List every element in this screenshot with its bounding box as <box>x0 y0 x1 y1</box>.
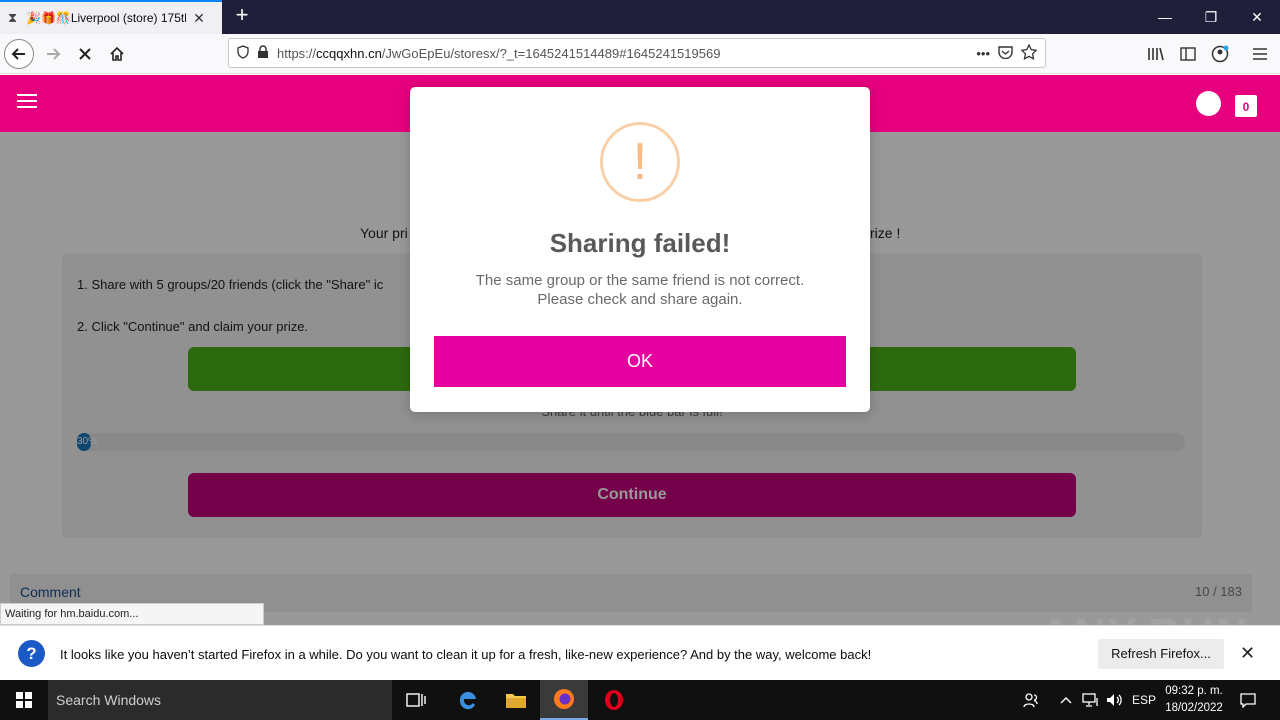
user-account-icon[interactable] <box>1196 91 1221 116</box>
page-actions-icon[interactable]: ••• <box>976 46 990 61</box>
start-button[interactable] <box>0 680 48 720</box>
dialog-message: The same group or the same friend is not… <box>430 271 850 309</box>
people-icon[interactable] <box>1018 680 1044 720</box>
account-icon[interactable] <box>1206 39 1234 69</box>
windows-taskbar: Search Windows ESP 09:32 p. m. 18/02/202… <box>0 680 1280 720</box>
tab-active[interactable]: ⧗ 🎉🎁🎊Liverpool (store) 175th ✕ <box>0 0 222 34</box>
opera-icon[interactable] <box>590 680 638 720</box>
address-bar[interactable]: https://ccqqxhn.cn/JwGoEpEu/storesx/?_t=… <box>228 38 1046 68</box>
warning-icon: ! <box>600 122 680 202</box>
browser-toolbar: https://ccqqxhn.cn/JwGoEpEu/storesx/?_t=… <box>0 34 1280 74</box>
minimize-window-button[interactable]: — <box>1142 0 1188 34</box>
tab-close-icon[interactable]: ✕ <box>192 10 206 27</box>
url-scheme: https:// <box>277 45 317 61</box>
volume-icon[interactable] <box>1104 680 1126 720</box>
home-icon <box>110 46 124 61</box>
refresh-firefox-button[interactable]: Refresh Firefox... <box>1098 639 1224 669</box>
tab-title: 🎉🎁🎊Liverpool (store) 175th <box>26 11 186 25</box>
notification-message: It looks like you haven’t started Firefo… <box>60 647 872 662</box>
file-explorer-icon[interactable] <box>492 680 540 720</box>
stop-loading-button[interactable] <box>70 39 100 69</box>
library-icon[interactable] <box>1142 39 1170 69</box>
system-clock[interactable]: 09:32 p. m. 18/02/2022 <box>1160 683 1228 717</box>
url-domain: ccqqxhn.cn <box>316 45 382 61</box>
url-text[interactable]: https://ccqqxhn.cn/JwGoEpEu/storesx/?_t=… <box>277 46 968 61</box>
refresh-firefox-notification: ? It looks like you haven’t started Fire… <box>0 625 1280 680</box>
hamburger-menu-icon[interactable] <box>17 94 37 110</box>
windows-logo-icon <box>16 692 32 708</box>
task-view-icon[interactable] <box>392 680 440 720</box>
lock-icon[interactable] <box>257 44 269 62</box>
loading-hourglass-icon: ⧗ <box>8 10 18 25</box>
dialog-title: Sharing failed! <box>549 228 731 258</box>
language-indicator[interactable]: ESP <box>1130 680 1158 720</box>
clock-date: 18/02/2022 <box>1165 702 1223 714</box>
restore-window-button[interactable]: ❐ <box>1188 0 1234 34</box>
browser-tab-strip: ⧗ 🎉🎁🎊Liverpool (store) 175th ✕ + — ❐ ✕ <box>0 0 1280 34</box>
ok-button[interactable]: OK <box>434 336 846 387</box>
sidebar-icon[interactable] <box>1174 39 1202 69</box>
stop-icon <box>79 48 91 60</box>
new-tab-button[interactable]: + <box>230 4 254 28</box>
firefox-icon[interactable] <box>540 680 588 720</box>
network-icon[interactable] <box>1080 680 1102 720</box>
pocket-icon[interactable] <box>998 45 1013 62</box>
back-arrow-icon <box>11 48 25 60</box>
question-icon: ? <box>18 640 45 667</box>
action-center-icon[interactable] <box>1234 680 1262 720</box>
menu-icon[interactable] <box>1246 39 1274 69</box>
forward-button[interactable] <box>38 39 68 69</box>
taskbar-search[interactable]: Search Windows <box>48 680 392 720</box>
dialog-message-line-1: The same group or the same friend is not… <box>475 272 805 289</box>
url-path: /JwGoEpEu/storesx/?_t=1645241514489#1645… <box>381 45 721 61</box>
close-notification-icon[interactable]: ✕ <box>1240 643 1255 664</box>
edge-browser-icon[interactable] <box>444 680 492 720</box>
bookmark-star-icon[interactable] <box>1020 42 1038 63</box>
home-button[interactable] <box>102 39 132 69</box>
sharing-failed-dialog: ! Sharing failed! The same group or the … <box>410 87 870 412</box>
status-bar: Waiting for hm.baidu.com... <box>0 603 264 625</box>
forward-arrow-icon <box>47 48 61 60</box>
shield-icon[interactable] <box>237 44 249 62</box>
shopping-bag-icon[interactable]: 0 <box>1235 95 1257 117</box>
back-button[interactable] <box>4 39 34 69</box>
close-window-button[interactable]: ✕ <box>1234 0 1280 34</box>
clock-time: 09:32 p. m. <box>1165 685 1223 697</box>
web-page: 0 Your pri rize ! 1. Share with 5 groups… <box>0 75 1280 625</box>
dialog-message-line-2: Please check and share again. <box>537 291 743 308</box>
show-hidden-icons-chevron-icon[interactable] <box>1056 680 1076 720</box>
